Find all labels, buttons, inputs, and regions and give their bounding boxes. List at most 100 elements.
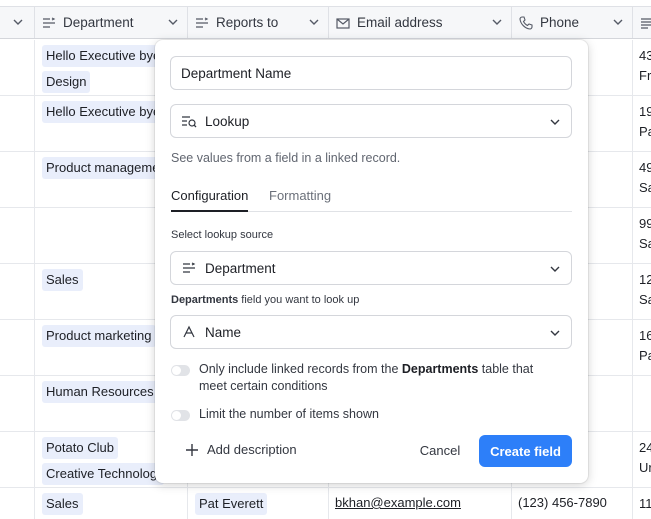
header-address[interactable] [633,7,651,38]
toggle-row-limit: Limit the number of items shown [171,406,379,423]
phone-icon [519,15,533,30]
cell-addr[interactable]: 11 [633,488,651,519]
linked-record-chip[interactable]: Pat Everett [195,493,268,515]
limit-toggle[interactable] [171,410,190,421]
address-value: 24 [639,440,651,455]
chevron-down-icon[interactable] [612,16,624,28]
field-type-value: Lookup [205,113,250,129]
chevron-down-icon [13,19,23,25]
table-row[interactable]: Sales Pat Everett bkhan@example.com (123) 4… [0,488,651,519]
grid-header: Department Reports to Email address Phon… [0,6,651,39]
long-text-icon [640,16,651,30]
chevron-down-icon [550,119,560,125]
cell-addr[interactable]: 24 Ur [633,432,651,487]
address-value: Pa [639,348,651,363]
limit-toggle-text: Limit the number of items shown [199,407,379,421]
lookup-field-label-rest: field you want to look up [238,294,360,306]
chevron-down-icon[interactable] [167,16,179,28]
create-field-button[interactable]: Create field [479,435,572,467]
linked-record-icon [195,16,209,30]
header-department[interactable]: Department [35,7,188,38]
cell-addr[interactable]: 99 Sa [633,208,651,263]
linked-record-chip[interactable]: Creative Technologi [42,463,164,485]
cell-addr[interactable]: 49 Sa [633,152,651,207]
conditions-text-table: Departments [401,362,479,376]
address-value: Ur [639,460,651,475]
header-row-expander[interactable] [0,7,35,38]
conditions-toggle[interactable] [171,365,190,376]
plus-icon [186,443,198,456]
linked-record-chip[interactable]: Product manageme [42,157,164,179]
lookup-field-select[interactable]: Name [170,315,572,349]
address-value: 16 [639,328,651,343]
text-field-icon [181,324,197,340]
cell-exp [0,376,35,431]
header-email[interactable]: Email address [329,7,512,38]
conditions-text-pre: Only include linked records from the [199,362,402,376]
cell-phone[interactable]: (123) 456-7890 [512,488,633,519]
lookup-source-value: Department [205,260,276,276]
cell-exp [0,96,35,151]
header-reports-to-label: Reports to [216,15,279,30]
cancel-button[interactable]: Cancel [410,435,470,466]
address-value: Sa [639,180,651,195]
address-value: 43 [639,48,651,63]
envelope-icon [336,16,350,30]
linked-record-icon [42,16,56,30]
address-value: Pa [639,124,651,139]
linked-record-chip[interactable]: Potato Club [42,437,118,459]
phone-value: (123) 456-7890 [518,495,607,510]
conditions-toggle-text: Only include linked records from the Dep… [199,361,561,395]
dialog-tabs: Configuration Formatting [171,188,572,212]
header-reports-to[interactable]: Reports to [188,7,329,38]
address-value: Sa [639,236,651,251]
tab-configuration[interactable]: Configuration [171,188,249,212]
tab-formatting[interactable]: Formatting [269,188,331,209]
cell-reports[interactable]: Pat Everett [188,488,329,519]
chevron-down-icon[interactable] [308,16,320,28]
header-phone-label: Phone [540,15,580,30]
address-value: 99 [639,216,651,231]
address-value: Sa [639,292,651,307]
cell-exp [0,208,35,263]
field-type-select[interactable]: Lookup [170,104,572,138]
field-name-input[interactable] [170,56,572,90]
chevron-down-icon [550,330,560,336]
cell-addr[interactable]: 12 Sa [633,264,651,319]
chevron-down-icon[interactable] [491,16,503,28]
cell-email[interactable]: bkhan@example.com [329,488,512,519]
cell-addr[interactable] [633,376,651,431]
linked-record-chip[interactable]: Sales [42,269,83,291]
email-link[interactable]: bkhan@example.com [335,495,461,510]
address-value: Fr [639,68,651,83]
cell-addr[interactable]: 43 Fr [633,40,651,95]
lookup-source-select[interactable]: Department [170,251,572,285]
linked-record-icon [181,260,197,276]
lookup-field-label: Departments field you want to look up [171,294,359,306]
linked-record-chip[interactable]: Design [42,71,91,93]
cell-dept[interactable]: Sales [35,488,188,519]
add-description-button[interactable]: Add description [185,442,297,457]
linked-record-chip[interactable]: Hello Executive bye [42,45,165,67]
cell-addr[interactable]: 19 Pa [633,96,651,151]
field-type-description: See values from a field in a linked reco… [171,151,401,165]
cell-addr[interactable]: 16 Pa [633,320,651,375]
address-value: 19 [639,104,651,119]
linked-record-chip[interactable]: Hello Executive bye [42,101,165,123]
address-value: 11 [639,496,651,511]
field-config-dialog: Lookup See values from a field in a link… [155,40,588,483]
toggle-row-conditions: Only include linked records from the Dep… [171,361,561,395]
cell-exp [0,432,35,487]
header-email-label: Email address [357,15,443,30]
cell-exp [0,320,35,375]
linked-record-chip[interactable]: Sales [42,493,83,515]
linked-record-chip[interactable]: Human Resources [42,381,158,403]
cell-exp [0,40,35,95]
cell-exp [0,488,35,519]
lookup-icon [181,113,197,129]
header-department-label: Department [63,15,134,30]
linked-record-chip[interactable]: Product marketing [42,325,156,347]
add-description-label: Add description [207,442,297,457]
lookup-field-value: Name [205,324,242,340]
header-phone[interactable]: Phone [512,7,633,38]
